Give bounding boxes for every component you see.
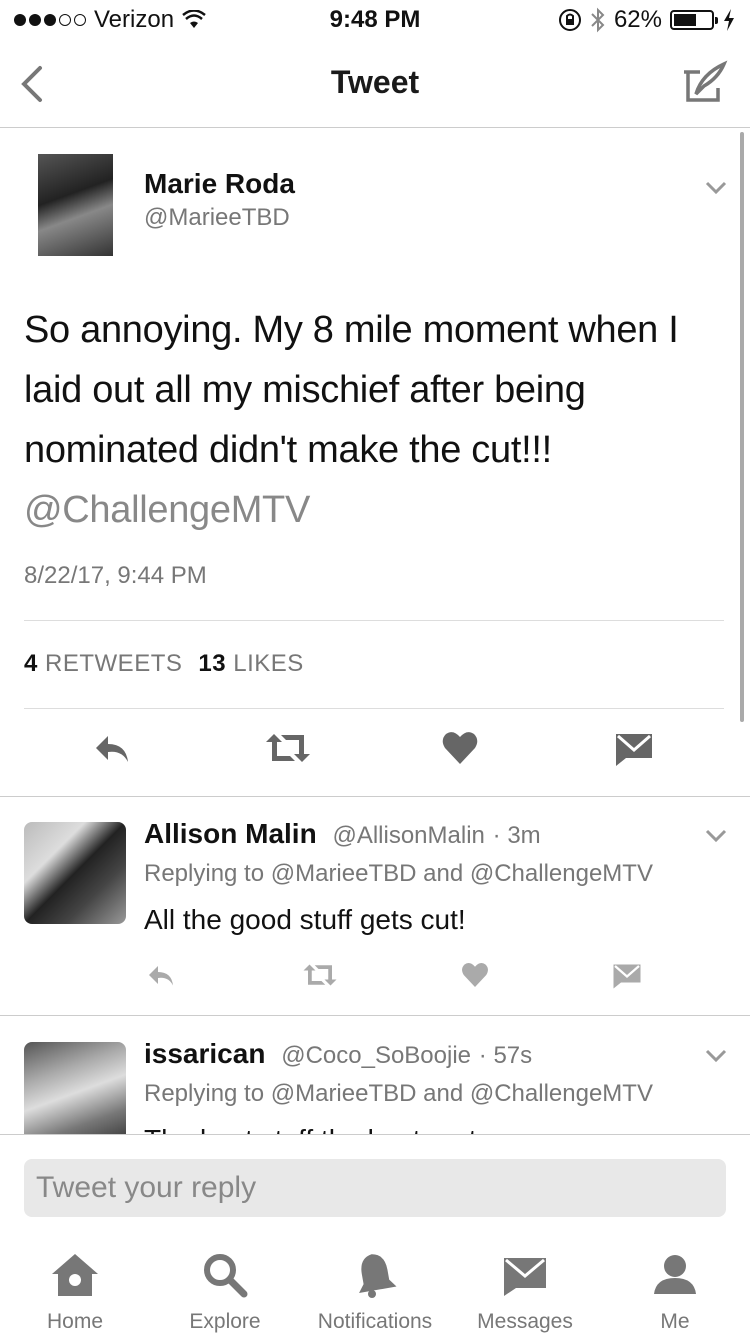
page-title: Tweet — [330, 64, 420, 100]
tab-label: Me — [660, 1310, 690, 1333]
tweet-actions — [0, 728, 750, 774]
chevron-down-icon[interactable] — [704, 826, 728, 846]
avatar[interactable] — [24, 1042, 126, 1134]
bell-icon — [359, 1254, 397, 1298]
tab-label: Messages — [477, 1310, 573, 1333]
likes-label: LIKES — [233, 650, 304, 677]
divider — [24, 620, 724, 621]
rotation-lock-icon — [558, 9, 581, 31]
retweet-icon[interactable] — [300, 960, 340, 990]
retweet-icon[interactable] — [264, 728, 312, 768]
list-item[interactable]: issarican @Coco_SoBoojie · 57s Replying … — [0, 1016, 750, 1134]
avatar[interactable] — [24, 822, 126, 924]
avatar[interactable] — [38, 154, 113, 256]
chevron-down-icon[interactable] — [704, 1046, 728, 1066]
tab-messages[interactable]: Messages — [450, 1252, 600, 1334]
tab-label: Home — [46, 1310, 104, 1333]
reply-bar — [0, 1134, 750, 1234]
reply-author-handle: @Coco_SoBoojie — [281, 1042, 472, 1069]
nav-bar: Tweet — [0, 40, 750, 128]
search-icon — [204, 1254, 248, 1298]
retweets-label: RETWEETS — [45, 650, 183, 677]
tweet-author[interactable]: Marie Roda @MarieeTBD — [144, 168, 295, 232]
tab-notifications[interactable]: Notifications — [300, 1252, 450, 1334]
tab-label: Notifications — [317, 1310, 433, 1333]
battery-percent: 62% — [613, 6, 662, 33]
retweets-count: 4 — [24, 650, 38, 677]
main-tweet: Marie Roda @MarieeTBD So annoying. My 8 … — [0, 128, 750, 796]
reply-time: · 3m — [492, 822, 541, 849]
like-heart-icon[interactable] — [458, 960, 492, 990]
author-name: Marie Roda — [144, 168, 295, 199]
reply-header: Allison Malin @AllisonMalin · 3m — [144, 818, 541, 850]
reply-clip-area: issarican @Coco_SoBoojie · 57s Replying … — [0, 1016, 750, 1134]
tweet-stats: 4 RETWEETS 13 LIKES — [24, 650, 304, 678]
envelope-icon — [504, 1258, 546, 1296]
reply-author-name[interactable]: issarican — [144, 1038, 265, 1069]
like-heart-icon[interactable] — [440, 728, 480, 768]
reply-author-handle: @AllisonMalin — [332, 822, 485, 849]
person-icon — [654, 1255, 696, 1294]
battery-fill — [674, 14, 696, 26]
reply-icon[interactable] — [144, 960, 178, 990]
reply-header: issarican @Coco_SoBoojie · 57s — [144, 1038, 532, 1070]
tweet-mention[interactable]: @ChallengeMTV — [24, 489, 310, 531]
reply-text: All the good stuff gets cut! — [144, 904, 466, 935]
scrollbar[interactable] — [740, 132, 744, 722]
tab-home[interactable]: Home — [0, 1252, 150, 1334]
likes-count: 13 — [198, 650, 227, 677]
reply-time: · 57s — [478, 1042, 533, 1069]
reply-author-name[interactable]: Allison Malin — [144, 818, 317, 849]
retweets-stat[interactable]: 4 RETWEETS — [24, 650, 182, 678]
bluetooth-icon — [591, 7, 605, 33]
home-icon — [52, 1254, 98, 1296]
replying-to: Replying to @MarieeTBD and @ChallengeMTV — [144, 860, 653, 887]
charging-bolt-icon — [724, 9, 734, 31]
tab-me[interactable]: Me — [600, 1252, 750, 1334]
direct-message-icon[interactable] — [614, 728, 654, 768]
status-right: 62% — [558, 6, 736, 34]
tweet-body: So annoying. My 8 mile moment when I lai… — [24, 309, 679, 471]
author-handle: @MarieeTBD — [144, 204, 290, 231]
tab-label: Explore — [189, 1310, 261, 1333]
direct-message-icon[interactable] — [610, 960, 644, 990]
divider — [24, 708, 724, 709]
reply-text: The best stuff the best part — [144, 1124, 477, 1134]
reply-input[interactable] — [24, 1159, 726, 1217]
replying-to: Replying to @MarieeTBD and @ChallengeMTV — [144, 1080, 653, 1107]
tweet-timestamp: 8/22/17, 9:44 PM — [24, 562, 207, 589]
tab-explore[interactable]: Explore — [150, 1252, 300, 1334]
list-item[interactable]: Allison Malin @AllisonMalin · 3m Replyin… — [0, 796, 750, 1015]
battery-icon — [670, 10, 718, 30]
status-bar: Verizon 9:48 PM 62% — [0, 0, 750, 40]
reply-icon[interactable] — [92, 728, 132, 768]
tweet-text: So annoying. My 8 mile moment when I lai… — [24, 300, 724, 540]
chevron-down-icon[interactable] — [704, 178, 728, 198]
likes-stat[interactable]: 13 LIKES — [198, 650, 303, 678]
tab-bar: Home Explore Notifications Messages Me — [0, 1234, 750, 1334]
compose-tweet-icon[interactable] — [682, 60, 728, 106]
